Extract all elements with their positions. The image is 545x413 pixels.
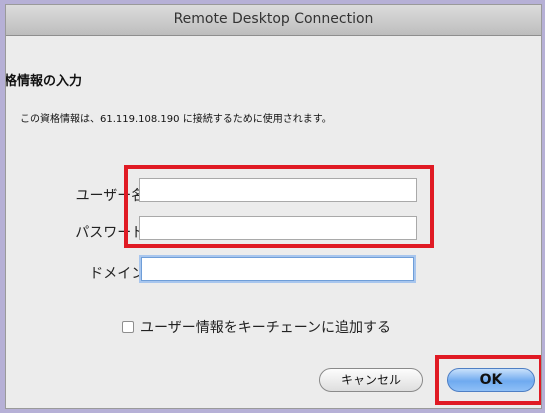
rdc-dialog-window: Remote Desktop Connection 格情報の入力 この資格情報は…	[5, 4, 542, 409]
title-bar[interactable]: Remote Desktop Connection	[6, 5, 541, 36]
keychain-checkbox[interactable]	[122, 321, 134, 333]
keychain-checkbox-label: ユーザー情報をキーチェーンに追加する	[140, 320, 392, 336]
domain-label: ドメイン:	[89, 266, 150, 282]
username-password-highlight	[124, 165, 434, 248]
cancel-button[interactable]: キャンセル	[319, 368, 423, 392]
window-title: Remote Desktop Connection	[173, 11, 374, 27]
ok-button-highlight	[435, 355, 541, 405]
domain-field[interactable]	[141, 257, 414, 281]
dialog-description: この資格情報は、61.119.108.190 に接続するために使用されます。	[20, 114, 332, 125]
dialog-heading: 格情報の入力	[5, 74, 83, 89]
keychain-option[interactable]: ユーザー情報をキーチェーンに追加する	[122, 317, 391, 337]
